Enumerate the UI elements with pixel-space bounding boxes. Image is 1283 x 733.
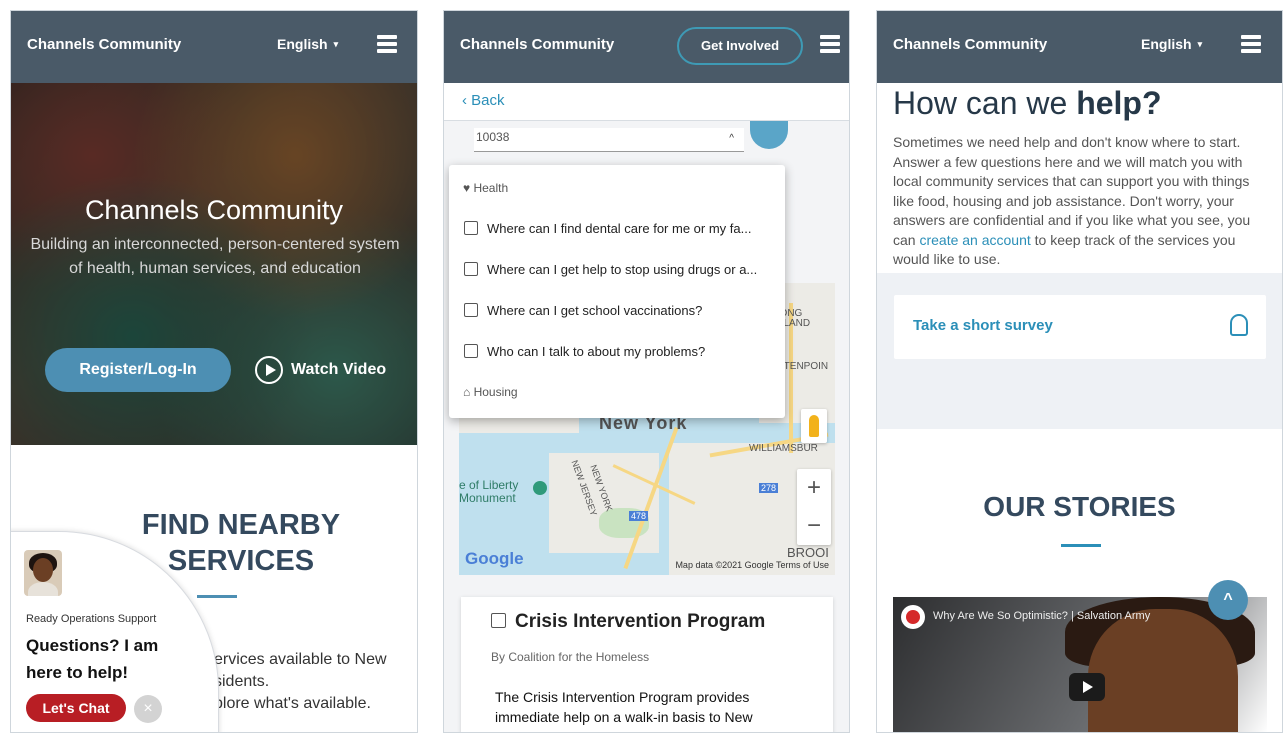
- question-option[interactable]: Where can I find dental care for me or m…: [464, 221, 774, 236]
- caret-down-icon: ▾: [333, 39, 339, 49]
- question-option[interactable]: Where can I get help to stop using drugs…: [464, 262, 774, 277]
- register-login-button[interactable]: Register/Log-In: [45, 348, 231, 392]
- group-health: ♥ Health: [463, 181, 509, 195]
- video-title[interactable]: Why Are We So Optimistic? | Salvation Ar…: [933, 610, 1150, 622]
- services-search-screen: Channels Community Get Involved ‹ Back 1…: [443, 10, 850, 733]
- video-thumbnail: [1088, 609, 1238, 732]
- question-dropdown: ♥ Health Where can I find dental care fo…: [449, 165, 785, 418]
- zip-code-input[interactable]: 10038 ^: [474, 128, 744, 152]
- program-card[interactable]: Crisis Intervention Program By Coalition…: [461, 597, 833, 732]
- map-attribution[interactable]: Map data ©2021 Google Terms of Use: [675, 560, 829, 570]
- play-circle-icon: [255, 355, 283, 384]
- zip-code-value: 10038: [476, 130, 510, 144]
- map-zoom-control: + −: [797, 469, 831, 545]
- checkbox[interactable]: [491, 613, 506, 628]
- chat-question: Questions? I am here to help!: [26, 636, 159, 682]
- survey-person-icon: [1230, 314, 1248, 336]
- question-option-label: Who can I talk to about my problems?: [487, 344, 706, 359]
- description-line: sidents.: [214, 673, 270, 690]
- top-navigation-bar: Channels Community English ▾: [11, 11, 417, 83]
- program-title-label: Crisis Intervention Program: [515, 611, 766, 632]
- language-label: English: [1141, 36, 1192, 52]
- scroll-to-top-button[interactable]: ^: [1208, 580, 1248, 620]
- landmark-pin-icon[interactable]: [533, 481, 547, 495]
- question-option[interactable]: Who can I talk to about my problems?: [464, 344, 774, 359]
- checkbox[interactable]: [464, 221, 478, 235]
- top-navigation-bar: Channels Community English ▾: [877, 11, 1282, 83]
- question-option-label: Where can I get help to stop using drugs…: [487, 262, 758, 277]
- language-selector[interactable]: English ▾: [277, 36, 338, 52]
- help-heading-text: How can we: [893, 85, 1077, 121]
- program-title: Crisis Intervention Program: [491, 611, 765, 633]
- hero-title: Channels Community: [84, 195, 344, 225]
- chevron-up-icon[interactable]: ^: [729, 130, 734, 148]
- heading-divider: [1061, 544, 1101, 547]
- close-icon[interactable]: ×: [134, 695, 162, 723]
- take-survey-label: Take a short survey: [913, 317, 1053, 334]
- checkbox[interactable]: [464, 344, 478, 358]
- help-heading: How can we help?: [893, 85, 1162, 122]
- question-option-label: Where can I get school vaccinations?: [487, 303, 703, 318]
- our-stories-heading: OUR STORIES: [983, 491, 1176, 522]
- watch-video-button[interactable]: Watch Video: [255, 355, 386, 385]
- program-description: The Crisis Intervention Program provides…: [495, 689, 756, 732]
- take-survey-button[interactable]: Take a short survey: [894, 295, 1266, 359]
- map-landmark-label: e of Liberty Monument: [459, 478, 519, 505]
- story-video-player[interactable]: Why Are We So Optimistic? | Salvation Ar…: [893, 597, 1267, 732]
- help-screen: Channels Community English ▾ How can we h…: [876, 10, 1283, 733]
- checkbox[interactable]: [464, 262, 478, 276]
- salvation-army-logo-icon: [901, 605, 925, 629]
- hamburger-menu-icon[interactable]: [820, 35, 840, 53]
- help-description: Sometimes we need help and don't know wh…: [893, 133, 1273, 270]
- back-link[interactable]: ‹ Back: [462, 92, 505, 109]
- hamburger-menu-icon[interactable]: [1241, 35, 1261, 53]
- heading-divider: [197, 595, 237, 598]
- google-logo: Google: [465, 549, 524, 568]
- home-screen: Channels Community English ▾ Channels Com…: [10, 10, 418, 733]
- brand-logo[interactable]: Channels Community: [460, 36, 614, 53]
- floating-action-button[interactable]: [750, 121, 788, 149]
- back-bar: ‹ Back: [444, 83, 849, 121]
- chat-org-name: Ready Operations Support: [26, 613, 157, 625]
- brand-logo[interactable]: Channels Community: [893, 36, 1047, 53]
- hero-banner: Channels Community Building an interconn…: [11, 83, 417, 445]
- program-provider: By Coalition for the Homeless: [491, 650, 650, 664]
- description-line: plore what's available.: [214, 695, 371, 712]
- watch-video-label: Watch Video: [291, 361, 387, 378]
- language-label: English: [277, 36, 328, 52]
- map-area-label: BROOI: [787, 545, 829, 560]
- route-shield: 278: [759, 483, 779, 493]
- question-option-label: Where can I find dental care for me or m…: [487, 221, 752, 236]
- route-shield: 478: [629, 511, 649, 521]
- language-selector[interactable]: English ▾: [1141, 36, 1202, 52]
- lets-chat-button[interactable]: Let's Chat: [26, 694, 126, 722]
- create-account-link[interactable]: create an account: [919, 232, 1030, 248]
- checkbox[interactable]: [464, 303, 478, 317]
- play-icon[interactable]: [1069, 673, 1105, 701]
- description-line: services available to New: [206, 651, 387, 668]
- hamburger-menu-icon[interactable]: [377, 35, 397, 53]
- find-services-description: services available to New sidents. plore…: [206, 649, 416, 715]
- brand-logo[interactable]: Channels Community: [27, 36, 181, 53]
- zoom-out-button[interactable]: −: [797, 507, 831, 545]
- map-area-label: WILLIAMSBUR: [749, 443, 818, 454]
- help-text: Sometimes we need help and don't know wh…: [893, 134, 1251, 248]
- get-involved-button[interactable]: Get Involved: [677, 27, 803, 65]
- group-housing: ⌂ Housing: [463, 385, 518, 399]
- question-option[interactable]: Where can I get school vaccinations?: [464, 303, 774, 318]
- caret-down-icon: ▾: [1197, 39, 1203, 49]
- hero-subtitle: Building an interconnected, person-cente…: [30, 236, 400, 277]
- support-agent-avatar: [24, 550, 62, 596]
- street-view-pegman-icon[interactable]: [801, 409, 827, 443]
- top-navigation-bar: Channels Community Get Involved: [444, 11, 849, 83]
- help-heading-emphasis: help?: [1076, 85, 1162, 121]
- zoom-in-button[interactable]: +: [797, 469, 831, 507]
